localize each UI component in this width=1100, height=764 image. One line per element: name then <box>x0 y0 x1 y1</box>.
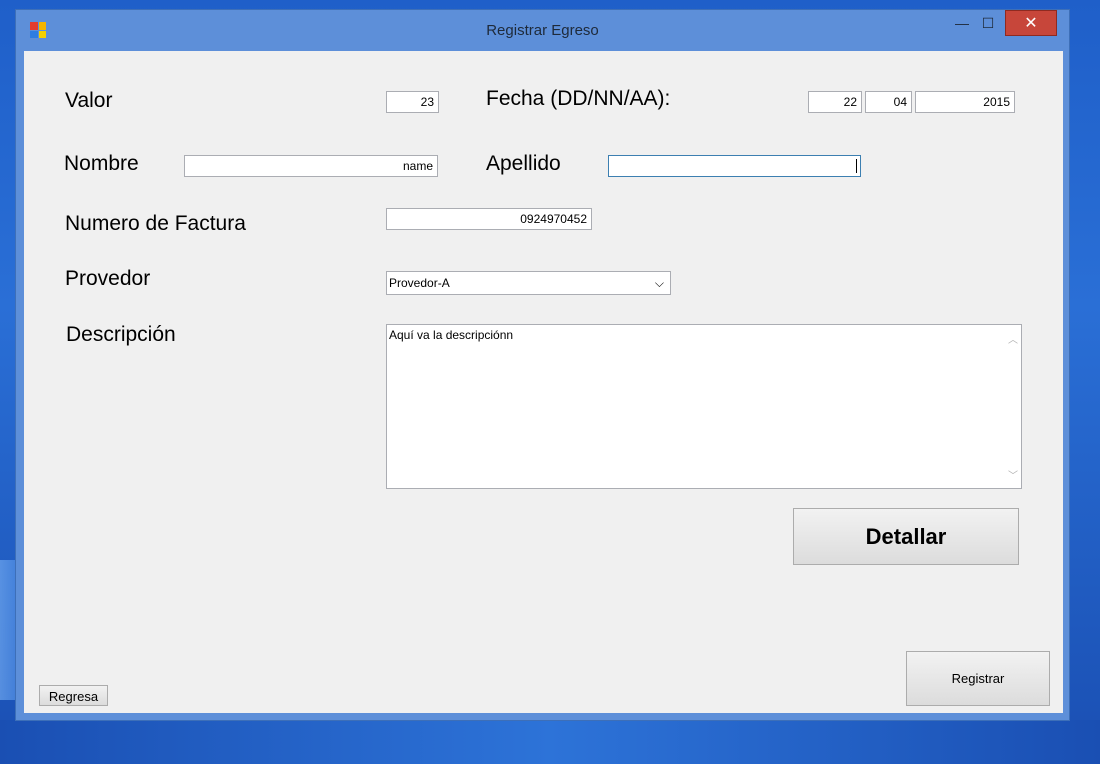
provedor-label: Provedor <box>65 267 151 290</box>
minimize-button[interactable]: — <box>949 10 975 36</box>
close-button[interactable]: ✕ <box>1005 10 1057 36</box>
descripcion-value: Aquí va la descripciónn <box>389 328 514 342</box>
registrar-egreso-window: Registrar Egreso — ☐ ✕ Valor 23 Fecha (D… <box>15 9 1070 721</box>
fecha-label: Fecha (DD/NN/AA): <box>486 87 671 110</box>
maximize-button[interactable]: ☐ <box>975 10 1001 36</box>
scroll-down-icon[interactable]: ﹀ <box>1008 467 1018 482</box>
factura-label: Numero de Factura <box>65 212 246 235</box>
nombre-label: Nombre <box>64 152 139 175</box>
valor-input[interactable]: 23 <box>386 91 439 113</box>
fecha-year-input[interactable]: 2015 <box>915 91 1015 113</box>
descripcion-textarea[interactable]: Aquí va la descripciónn ︿ ﹀ <box>386 324 1022 489</box>
regresa-button[interactable]: Regresa <box>39 685 108 706</box>
provedor-selected-value: Provedor-A <box>389 276 450 290</box>
detallar-button[interactable]: Detallar <box>793 508 1019 565</box>
fecha-month-input[interactable]: 04 <box>865 91 912 113</box>
scroll-up-icon[interactable]: ︿ <box>1008 331 1018 346</box>
title-bar[interactable]: Registrar Egreso — ☐ ✕ <box>16 10 1069 51</box>
descripcion-scrollbar[interactable]: ︿ ﹀ <box>1004 325 1021 488</box>
valor-label: Valor <box>65 89 113 112</box>
apellido-input[interactable] <box>608 155 861 177</box>
provedor-select[interactable]: Provedor-A ⌵ <box>386 271 671 295</box>
factura-input[interactable]: 0924970452 <box>386 208 592 230</box>
desktop-taskbar-area <box>0 720 1100 764</box>
window-title: Registrar Egreso <box>486 22 599 39</box>
registrar-button[interactable]: Registrar <box>906 651 1050 706</box>
form-client-area: Valor 23 Fecha (DD/NN/AA): 22 04 2015 No… <box>24 51 1063 713</box>
chevron-down-icon[interactable]: ⌵ <box>655 272 664 294</box>
apellido-label: Apellido <box>486 152 561 175</box>
nombre-input[interactable]: name <box>184 155 438 177</box>
fecha-day-input[interactable]: 22 <box>808 91 862 113</box>
text-caret <box>856 159 857 173</box>
descripcion-label: Descripción <box>66 323 176 346</box>
